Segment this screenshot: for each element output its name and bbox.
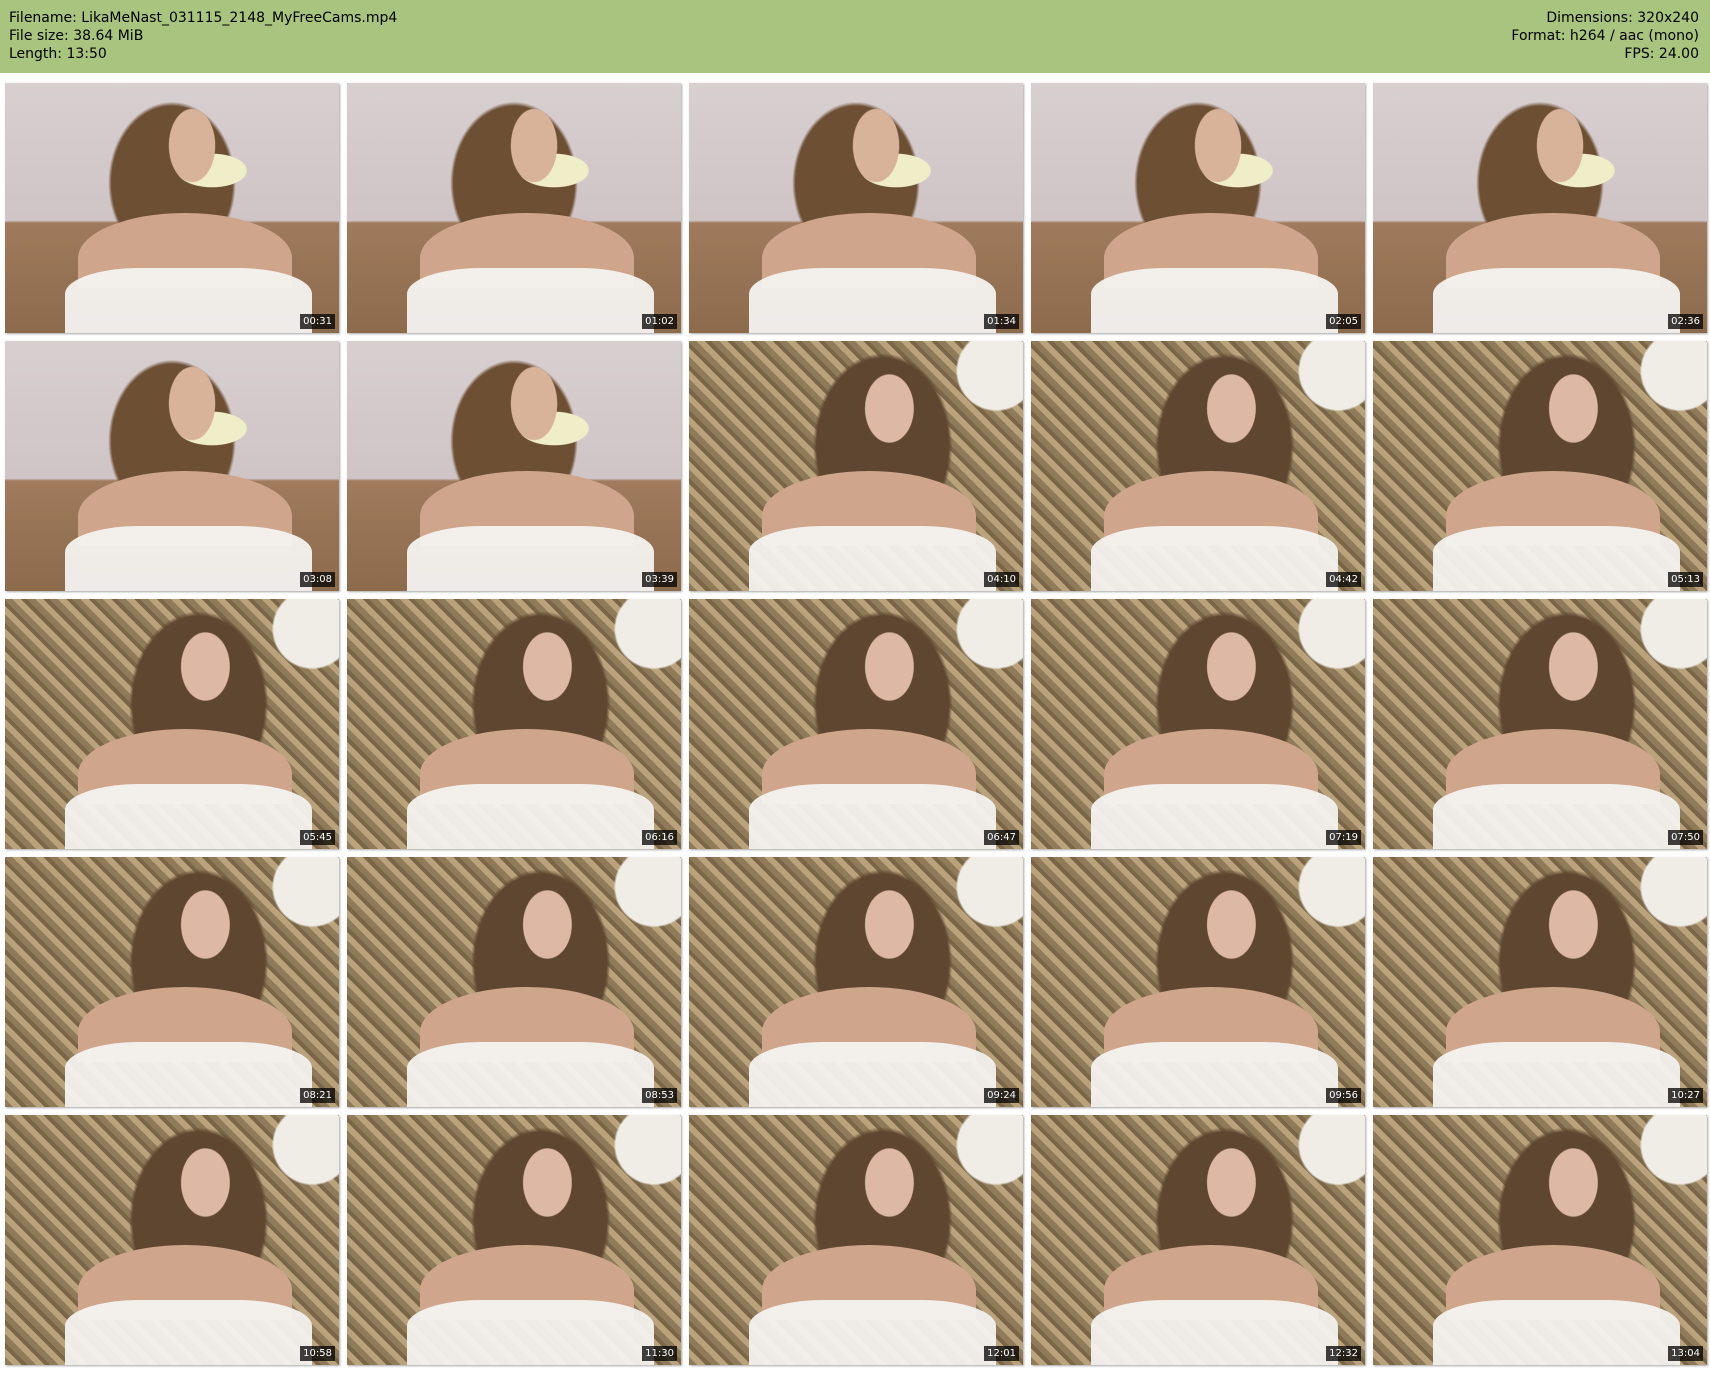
thumbnail-clothing: [65, 1300, 313, 1365]
video-thumbnail[interactable]: 10:58: [5, 1115, 339, 1365]
timestamp-label: 12:01: [984, 1346, 1019, 1361]
video-thumbnail[interactable]: 06:47: [689, 599, 1023, 849]
fps-text: FPS: 24.00: [1624, 46, 1699, 62]
video-thumbnail[interactable]: 09:24: [689, 857, 1023, 1107]
video-thumbnail[interactable]: 12:32: [1031, 1115, 1365, 1365]
video-thumbnail[interactable]: 02:05: [1031, 83, 1365, 333]
thumbnail-clothing: [65, 1042, 313, 1107]
timestamp-label: 03:08: [300, 572, 335, 587]
video-thumbnail[interactable]: 06:16: [347, 599, 681, 849]
header-left-info: Filename: LikaMeNast_031115_2148_MyFreeC…: [9, 9, 397, 63]
thumbnail-clothing: [1091, 1300, 1339, 1365]
video-thumbnail[interactable]: 03:08: [5, 341, 339, 591]
thumbnail-clothing: [65, 268, 313, 333]
timestamp-label: 07:19: [1326, 830, 1361, 845]
timestamp-label: 01:02: [642, 314, 677, 329]
thumbnail-clothing: [749, 526, 997, 591]
thumbnail-clothing: [407, 784, 655, 849]
video-thumbnail[interactable]: 08:21: [5, 857, 339, 1107]
video-thumbnail[interactable]: 10:27: [1373, 857, 1707, 1107]
thumbnail-clothing: [749, 268, 997, 333]
dimensions-text: Dimensions: 320x240: [1546, 10, 1699, 26]
timestamp-label: 00:31: [300, 314, 335, 329]
thumbnail-clothing: [1091, 268, 1339, 333]
timestamp-label: 04:42: [1326, 572, 1361, 587]
timestamp-label: 01:34: [984, 314, 1019, 329]
header-right-info: Dimensions: 320x240 Format: h264 / aac (…: [1511, 9, 1699, 63]
thumbnail-grid: 00:31 01:02 01:34 02:05 02:36 03:08 03:39 04:10…: [5, 83, 1707, 1369]
timestamp-label: 06:16: [642, 830, 677, 845]
timestamp-label: 11:30: [642, 1346, 677, 1361]
timestamp-label: 10:58: [300, 1346, 335, 1361]
length-text: Length: 13:50: [9, 46, 107, 62]
timestamp-label: 04:10: [984, 572, 1019, 587]
video-thumbnail[interactable]: 04:42: [1031, 341, 1365, 591]
thumbnail-clothing: [749, 1042, 997, 1107]
video-thumbnail[interactable]: 07:19: [1031, 599, 1365, 849]
info-header: Filename: LikaMeNast_031115_2148_MyFreeC…: [0, 0, 1710, 73]
thumbnail-clothing: [749, 1300, 997, 1365]
video-thumbnail[interactable]: 11:30: [347, 1115, 681, 1365]
thumbnail-clothing: [407, 1042, 655, 1107]
video-thumbnail[interactable]: 00:31: [5, 83, 339, 333]
timestamp-label: 08:21: [300, 1088, 335, 1103]
timestamp-label: 05:13: [1668, 572, 1703, 587]
format-text: Format: h264 / aac (mono): [1511, 28, 1699, 44]
thumbnail-clothing: [1091, 1042, 1339, 1107]
timestamp-label: 06:47: [984, 830, 1019, 845]
video-thumbnail[interactable]: 05:13: [1373, 341, 1707, 591]
video-thumbnail[interactable]: 01:02: [347, 83, 681, 333]
thumbnail-clothing: [1433, 784, 1681, 849]
thumbnail-clothing: [65, 784, 313, 849]
thumbnail-clothing: [1433, 1042, 1681, 1107]
thumbnail-clothing: [65, 526, 313, 591]
timestamp-label: 10:27: [1668, 1088, 1703, 1103]
thumbnail-clothing: [407, 268, 655, 333]
video-thumbnail[interactable]: 01:34: [689, 83, 1023, 333]
video-thumbnail[interactable]: 05:45: [5, 599, 339, 849]
video-thumbnail[interactable]: 03:39: [347, 341, 681, 591]
timestamp-label: 08:53: [642, 1088, 677, 1103]
thumbnail-clothing: [749, 784, 997, 849]
video-thumbnail[interactable]: 09:56: [1031, 857, 1365, 1107]
thumbnail-clothing: [1433, 526, 1681, 591]
timestamp-label: 02:36: [1668, 314, 1703, 329]
video-thumbnail[interactable]: 12:01: [689, 1115, 1023, 1365]
timestamp-label: 12:32: [1326, 1346, 1361, 1361]
thumbnail-clothing: [1433, 1300, 1681, 1365]
video-thumbnail[interactable]: 07:50: [1373, 599, 1707, 849]
timestamp-label: 02:05: [1326, 314, 1361, 329]
thumbnail-clothing: [407, 1300, 655, 1365]
video-thumbnail[interactable]: 04:10: [689, 341, 1023, 591]
thumbnail-clothing: [407, 526, 655, 591]
timestamp-label: 03:39: [642, 572, 677, 587]
thumbnail-clothing: [1091, 784, 1339, 849]
filename-text: Filename: LikaMeNast_031115_2148_MyFreeC…: [9, 10, 398, 26]
timestamp-label: 13:04: [1668, 1346, 1703, 1361]
timestamp-label: 05:45: [300, 830, 335, 845]
timestamp-label: 09:56: [1326, 1088, 1361, 1103]
thumbnail-clothing: [1091, 526, 1339, 591]
thumbnail-clothing: [1433, 268, 1681, 333]
timestamp-label: 07:50: [1668, 830, 1703, 845]
video-thumbnail[interactable]: 02:36: [1373, 83, 1707, 333]
video-thumbnail[interactable]: 08:53: [347, 857, 681, 1107]
filesize-text: File size: 38.64 MiB: [9, 28, 144, 44]
timestamp-label: 09:24: [984, 1088, 1019, 1103]
video-thumbnail[interactable]: 13:04: [1373, 1115, 1707, 1365]
